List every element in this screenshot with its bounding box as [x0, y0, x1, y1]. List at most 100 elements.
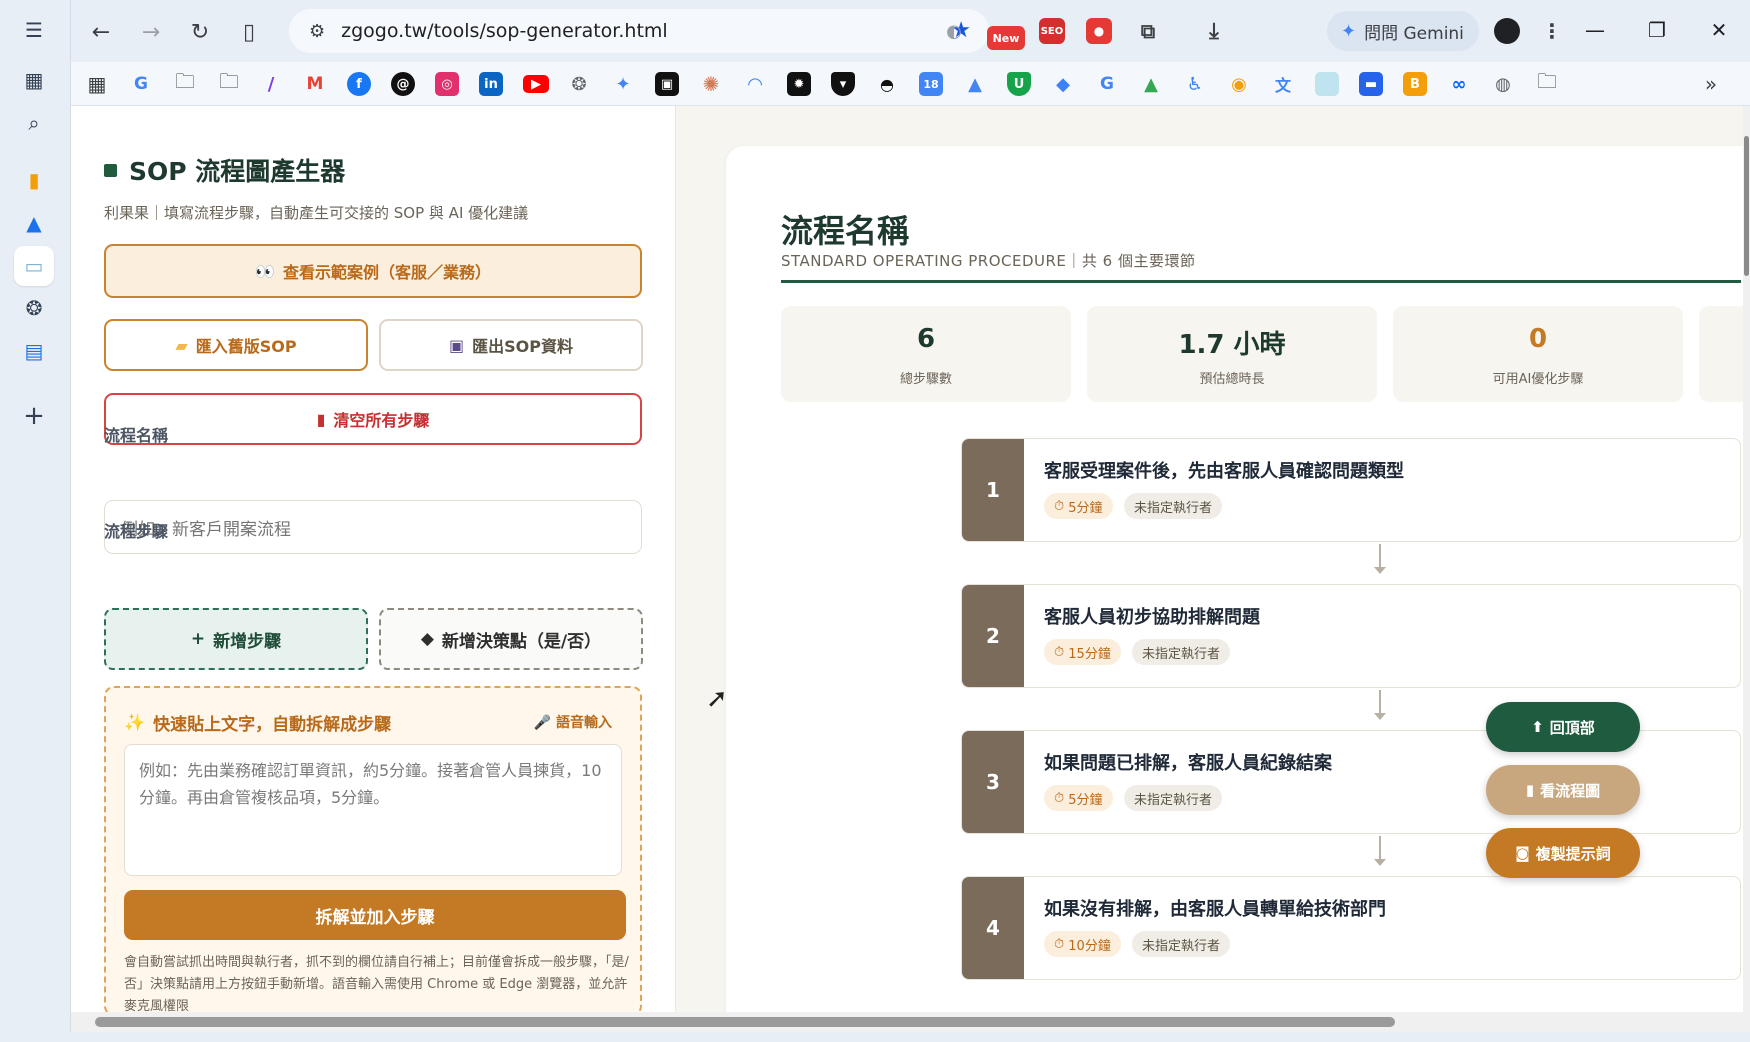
export-sop-button[interactable]: ▣ 匯出SOP資料 [379, 319, 643, 371]
new-badge-icon[interactable]: New [987, 26, 1025, 50]
bookmark-diamond[interactable]: ◆ [1051, 72, 1075, 96]
quick-paste-textarea[interactable]: 例如：先由業務確認訂單資訊，約5分鐘。接著倉管人員揀貨，10分鐘。再由倉管複核品… [124, 744, 622, 876]
address-bar[interactable]: ⚙ zgogo.tw/tools/sop-generator.html ★ [289, 9, 989, 53]
bookmark-globe[interactable]: ◍ [1491, 72, 1515, 96]
clock-icon: ⏱ [1054, 498, 1065, 514]
stat-ai-steps: 0 可用AI優化步驟 [1393, 306, 1683, 402]
clear-steps-button[interactable]: ▮ 清空所有步驟 [104, 393, 642, 445]
flow-arrow-icon [1374, 836, 1386, 866]
search-icon[interactable]: ⌕ [14, 103, 54, 143]
openai-icon[interactable]: ❂ [14, 288, 54, 328]
process-name-input[interactable]: 例如：新客戶開案流程 [104, 500, 642, 554]
more-menu-icon[interactable]: ⋮ [1539, 18, 1565, 44]
bookmark-folder-g[interactable]: 🗀 [173, 69, 197, 96]
bookmark-chrome-logo[interactable]: ◉ [1227, 72, 1251, 96]
bookmark-google[interactable]: G [129, 72, 153, 96]
bookmark-instagram[interactable]: ◎ [435, 72, 459, 96]
copy-prompt-button[interactable]: ◙ 複製提示詞 [1486, 828, 1640, 878]
restore-icon[interactable]: ❐ [1639, 14, 1675, 46]
bookmark-folder[interactable]: 🗀 [217, 69, 241, 96]
apps-icon[interactable]: ▦ [14, 60, 54, 100]
add-step-button[interactable]: + 新增步驟 [104, 608, 368, 670]
import-sop-button[interactable]: ▰ 匯入舊版SOP [104, 319, 368, 371]
bookmark-openai[interactable]: ❂ [567, 72, 591, 96]
back-to-top-button[interactable]: ⬆ 回頂部 [1486, 702, 1640, 752]
seo-extension-icon[interactable]: SEO [1039, 18, 1065, 44]
trash-icon: ▮ [316, 409, 326, 429]
bookmark-notebook[interactable]: ▣ [655, 72, 679, 96]
apps-grid-icon[interactable]: ▦ [85, 72, 109, 96]
menu-icon[interactable]: ☰ [14, 10, 54, 50]
forward-icon[interactable]: → [135, 16, 167, 48]
split-view-icon[interactable]: ▯ [233, 16, 265, 48]
bookmark-claude[interactable]: ✺ [699, 72, 723, 96]
step-time-badge: ⏱ 15分鐘 [1044, 639, 1121, 665]
step-title: 如果問題已排解，客服人員紀錄結案 [1044, 753, 1332, 774]
url-text[interactable]: zgogo.tw/tools/sop-generator.html [341, 20, 668, 42]
bookmark-gmail[interactable]: M [303, 72, 327, 96]
stat-label: 總步驟數 [899, 372, 952, 387]
bookmark-meta-ai[interactable]: ◠ [743, 72, 767, 96]
chart-icon[interactable]: ▮ [14, 160, 54, 200]
back-icon[interactable]: ← [85, 16, 117, 48]
view-flowchart-button[interactable]: ▮ 看流程圖 [1486, 765, 1640, 815]
gemini-button[interactable]: ✦ 問問 Gemini [1327, 11, 1479, 51]
step-title: 客服受理案件後，先由客服人員確認問題類型 [1044, 461, 1404, 482]
docs-icon[interactable]: ▤ [14, 331, 54, 371]
minimize-icon[interactable]: — [1577, 14, 1613, 46]
bookmark-translate[interactable]: 文 [1271, 72, 1295, 96]
bookmark-sparkle[interactable]: ✹ [787, 72, 811, 96]
close-icon[interactable]: ✕ [1701, 14, 1737, 46]
bookmark-folder-z[interactable]: 🗀 [1535, 69, 1559, 96]
bookmark-vpn[interactable]: ◓ [875, 72, 899, 96]
bookmark-linkedin[interactable]: in [479, 72, 503, 96]
plus-icon[interactable]: + [14, 396, 54, 436]
drive-icon[interactable]: ▲ [14, 203, 54, 243]
reload-icon[interactable]: ↻ [184, 16, 216, 48]
horizontal-scroll-thumb[interactable] [95, 1017, 1395, 1027]
add-decision-button[interactable]: ◆ 新增決策點（是/否） [379, 608, 643, 670]
split-and-add-button[interactable]: 拆解並加入步驟 [124, 890, 626, 940]
bookmark-calendar[interactable]: 18 [919, 72, 943, 96]
step-card[interactable]: 4 如果沒有排解，由客服人員轉單給技術部門 ⏱ 10分鐘 未指定執行者 [961, 876, 1741, 980]
bookmark-image[interactable] [1315, 72, 1339, 96]
bookmarks-more-icon[interactable]: » [1699, 72, 1723, 96]
bookmark-google-2[interactable]: G [1095, 72, 1119, 96]
bookmark-pen[interactable]: / [259, 72, 283, 96]
bookmark-facebook[interactable]: f [347, 72, 371, 96]
stat-value: 0 [1528, 324, 1548, 354]
step-owner-badge: 未指定執行者 [1132, 639, 1231, 665]
site-info-icon[interactable]: ⚙ [309, 21, 325, 42]
bookmark-shield-green[interactable]: U [1007, 72, 1031, 96]
bookmark-ads[interactable]: ▲ [963, 72, 987, 96]
extension-moon-icon[interactable]: ◐ [941, 18, 967, 44]
editor-panel: SOP 流程圖產生器 利果果｜填寫流程步驟，自動產生可交接的 SOP 與 AI … [71, 106, 676, 1012]
view-demo-button[interactable]: 👀 查看示範案例（客服／業務） [104, 244, 642, 298]
vertical-scrollbar[interactable] [1743, 106, 1750, 1012]
bookmark-chat[interactable]: ▬ [1359, 72, 1383, 96]
bookmark-meta[interactable]: ∞ [1447, 72, 1471, 96]
bookmark-drive[interactable]: ▲ [1139, 72, 1163, 96]
bookmark-gemini[interactable]: ✦ [611, 72, 635, 96]
download-icon[interactable]: ⤓ [1201, 18, 1227, 44]
flow-arrow-icon [1374, 544, 1386, 574]
bookmark-threads[interactable]: @ [391, 72, 415, 96]
vertical-scroll-thumb[interactable] [1744, 136, 1749, 276]
extensions-puzzle-icon[interactable]: ⧉ [1135, 18, 1161, 44]
bookmark-accessibility[interactable]: ♿ [1183, 72, 1207, 96]
record-extension-icon[interactable]: ● [1086, 18, 1112, 44]
voice-input-button[interactable]: 🎤 語音輸入 [534, 712, 612, 732]
profile-avatar[interactable] [1494, 18, 1520, 44]
step-card[interactable]: 1 客服受理案件後，先由客服人員確認問題類型 ⏱ 5分鐘 未指定執行者 [961, 438, 1741, 542]
back-to-top-label: 回頂部 [1549, 718, 1595, 737]
image-icon[interactable]: ▭ [14, 246, 54, 286]
bookmark-shield[interactable]: ▾ [831, 72, 855, 96]
sop-preview-card: 流程名稱 STANDARD OPERATING PROCEDURE｜共 6 個主… [726, 146, 1743, 1012]
copy-prompt-label: 複製提示詞 [1535, 844, 1611, 863]
bookmark-blogger[interactable]: B [1403, 72, 1427, 96]
step-card[interactable]: 2 客服人員初步協助排解問題 ⏱ 15分鐘 未指定執行者 [961, 584, 1741, 688]
bookmark-youtube[interactable]: ▶ [523, 75, 549, 93]
browser-side-rail: ☰ ▦ ⌕ ▮ ▲ ▭ ❂ ▤ + [0, 0, 71, 1042]
preview-divider [781, 280, 1741, 283]
horizontal-scrollbar[interactable] [71, 1012, 1750, 1032]
